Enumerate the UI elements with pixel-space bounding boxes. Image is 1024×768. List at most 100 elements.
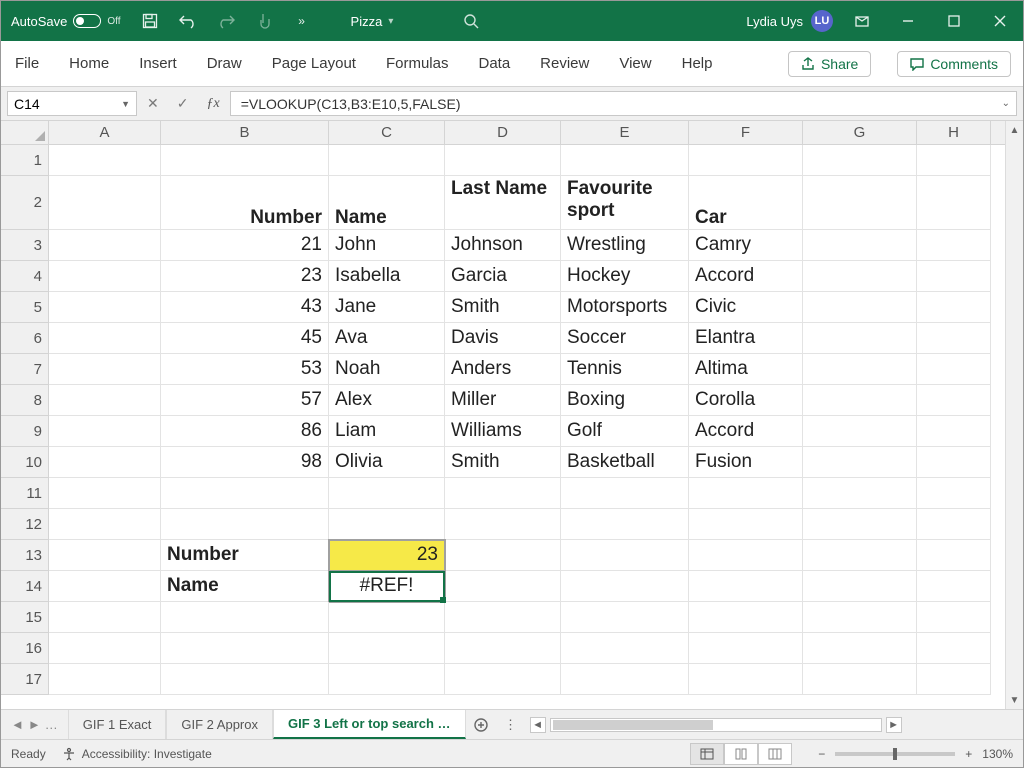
sheet-tab[interactable]: GIF 1 Exact [68,710,167,739]
tab-formulas[interactable]: Formulas [384,51,451,76]
share-button[interactable]: Share [788,51,871,77]
horizontal-scrollbar[interactable]: ◄ ► [526,710,906,739]
row-header[interactable]: 4 [1,261,49,292]
toggle-off-icon [73,14,101,28]
col-header-F[interactable]: F [689,121,803,144]
row-header[interactable]: 3 [1,230,49,261]
formula-input[interactable]: =VLOOKUP(C13,B3:E10,5,FALSE) ⌄ [230,91,1017,116]
autosave-label: AutoSave [11,14,67,29]
sheets-more-icon[interactable]: … [45,717,58,732]
scroll-up-icon[interactable]: ▲ [1006,121,1023,139]
col-header-A[interactable]: A [49,121,161,144]
row-header[interactable]: 9 [1,416,49,447]
row-header[interactable]: 10 [1,447,49,478]
tab-home[interactable]: Home [67,51,111,76]
minimize-button[interactable] [885,1,931,41]
close-button[interactable] [977,1,1023,41]
qat-more-icon[interactable]: » [293,12,311,30]
row-header[interactable]: 14 [1,571,49,602]
scroll-down-icon[interactable]: ▼ [1006,691,1023,709]
sheet-nav[interactable]: ◄ ► … [1,710,68,739]
app-window: AutoSave Off » Pizza ▾ Lydia Uys LU [0,0,1024,768]
col-header-E[interactable]: E [561,121,689,144]
expand-formula-icon[interactable]: ⌄ [1002,98,1010,109]
column-headers: A B C D E F G H [1,121,1023,145]
document-title[interactable]: Pizza ▾ [351,14,394,29]
row-header[interactable]: 5 [1,292,49,323]
row-header[interactable]: 6 [1,323,49,354]
add-sheet-button[interactable] [466,710,496,739]
row-header[interactable]: 16 [1,633,49,664]
row-header[interactable]: 11 [1,478,49,509]
zoom-level[interactable]: 130% [982,747,1013,761]
sheet-tab[interactable]: GIF 2 Approx [166,710,273,739]
autosave-state: Off [107,16,120,27]
undo-icon[interactable] [179,12,197,30]
name-box[interactable]: C14 ▼ [7,91,137,116]
comments-button[interactable]: Comments [897,51,1011,77]
ribbon-options-icon[interactable] [839,1,885,41]
chevron-right-icon[interactable]: ► [28,717,41,732]
cancel-icon[interactable]: ✕ [147,95,159,112]
sheet-menu-icon[interactable]: ⋮ [496,710,526,739]
view-normal-icon[interactable] [690,743,724,765]
window-controls [839,1,1023,41]
spreadsheet-grid[interactable]: A B C D E F G H 1 2 3 4 5 6 7 8 9 10 11 … [1,121,1023,709]
col-header-G[interactable]: G [803,121,917,144]
redo-icon[interactable] [217,12,235,30]
view-page-layout-icon[interactable] [724,743,758,765]
chevron-left-icon[interactable]: ◄ [11,717,24,732]
view-page-break-icon[interactable] [758,743,792,765]
scroll-left-icon[interactable]: ◄ [530,717,546,733]
zoom-out-button[interactable]: − [818,747,825,761]
tab-view[interactable]: View [617,51,653,76]
cell-C2[interactable]: Name [329,176,445,230]
maximize-button[interactable] [931,1,977,41]
tab-file[interactable]: File [13,51,41,76]
row-header[interactable]: 8 [1,385,49,416]
cell-C14[interactable]: #REF! [329,571,445,602]
select-all-button[interactable] [1,121,49,144]
tab-draw[interactable]: Draw [205,51,244,76]
tab-review[interactable]: Review [538,51,591,76]
col-header-B[interactable]: B [161,121,329,144]
zoom-in-button[interactable]: + [965,747,972,761]
ribbon-tabs: File Home Insert Draw Page Layout Formul… [1,41,1023,87]
sheet-tab-active[interactable]: GIF 3 Left or top search … [273,710,466,739]
cell-B2[interactable]: Number [161,176,329,230]
save-icon[interactable] [141,12,159,30]
search-icon[interactable] [463,13,479,29]
accessibility-status[interactable]: Accessibility: Investigate [62,747,212,761]
cell-B13[interactable]: Number [161,540,329,571]
tab-help[interactable]: Help [680,51,715,76]
vertical-scrollbar[interactable]: ▲ ▼ [1005,121,1023,709]
row-header[interactable]: 13 [1,540,49,571]
autosave-toggle[interactable]: AutoSave Off [11,14,121,29]
scroll-right-icon[interactable]: ► [886,717,902,733]
fx-icon[interactable]: ƒx [206,96,219,112]
row-header[interactable]: 7 [1,354,49,385]
account-button[interactable]: Lydia Uys LU [746,10,833,32]
zoom-slider[interactable] [835,752,955,756]
cell-F2[interactable]: Car [689,176,803,230]
row-header[interactable]: 15 [1,602,49,633]
cell-B14[interactable]: Name [161,571,329,602]
row-headers: 1 2 3 4 5 6 7 8 9 10 11 12 13 14 15 16 1… [1,145,49,709]
quick-access-toolbar: » [141,12,311,30]
tab-insert[interactable]: Insert [137,51,179,76]
cell-D2[interactable]: Last Name [445,176,561,230]
tab-page-layout[interactable]: Page Layout [270,51,358,76]
touch-icon[interactable] [255,12,273,30]
tab-data[interactable]: Data [476,51,512,76]
row-header[interactable]: 17 [1,664,49,695]
col-header-H[interactable]: H [917,121,991,144]
cells-area[interactable]: Number Name Last Name Favourite sport Ca… [49,145,1023,709]
row-header[interactable]: 12 [1,509,49,540]
cell-C13[interactable]: 23 [329,540,445,571]
cell-E2[interactable]: Favourite sport [561,176,689,230]
enter-icon[interactable]: ✓ [177,95,189,112]
col-header-D[interactable]: D [445,121,561,144]
row-header[interactable]: 2 [1,176,49,230]
row-header[interactable]: 1 [1,145,49,176]
col-header-C[interactable]: C [329,121,445,144]
